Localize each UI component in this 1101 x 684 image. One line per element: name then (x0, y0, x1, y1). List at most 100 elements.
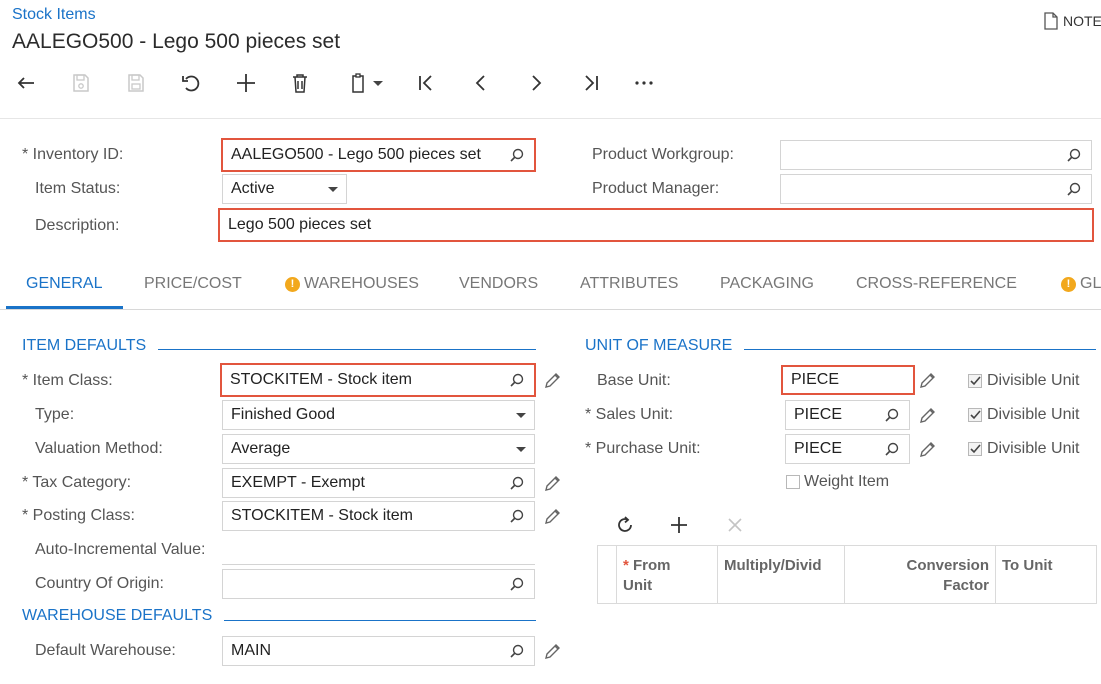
grid-header-to-unit[interactable]: To Unit (996, 546, 1096, 603)
valuation-method-select[interactable]: Average (222, 434, 535, 464)
item-status-label: Item Status: (35, 180, 121, 197)
purchase-unit-field[interactable]: PIECE (785, 434, 910, 464)
search-icon[interactable] (1065, 146, 1083, 164)
tab-vendors[interactable]: VENDORS (459, 275, 538, 293)
next-record-button[interactable] (519, 68, 553, 98)
weight-item-checkbox[interactable] (786, 475, 800, 489)
sales-unit-value: PIECE (794, 406, 843, 423)
active-tab-indicator (6, 306, 123, 309)
refresh-icon[interactable] (614, 514, 636, 536)
add-button[interactable] (229, 68, 263, 98)
tab-packaging[interactable]: PACKAGING (720, 275, 814, 293)
item-class-field[interactable]: STOCKITEM - Stock item (220, 363, 536, 397)
document-icon (1044, 12, 1058, 30)
tab-cross-reference[interactable]: CROSS-REFERENCE (856, 275, 1017, 293)
more-button[interactable] (627, 68, 661, 98)
posting-class-field[interactable]: STOCKITEM - Stock item (222, 501, 535, 531)
edit-pencil-icon[interactable] (918, 439, 938, 459)
description-value: Lego 500 pieces set (228, 216, 372, 233)
tax-category-field[interactable]: EXEMPT - Exempt (222, 468, 535, 498)
first-icon (419, 75, 432, 91)
item-status-value: Active (231, 180, 275, 197)
item-status-select[interactable]: Active (222, 174, 347, 204)
chevron-left-icon (475, 75, 485, 91)
notes-button[interactable]: NOTE (1043, 12, 1101, 30)
tab-attributes[interactable]: ATTRIBUTES (580, 275, 678, 293)
tab-price-cost[interactable]: PRICE/COST (144, 275, 242, 293)
delete-row-icon[interactable] (724, 514, 746, 536)
copy-paste-button[interactable] (338, 68, 392, 98)
tab-gl[interactable]: ! GL (1061, 275, 1101, 293)
add-row-icon[interactable] (668, 514, 690, 536)
search-icon[interactable] (508, 575, 526, 593)
base-divisible-label: Divisible Unit (987, 372, 1080, 389)
search-icon[interactable] (508, 642, 526, 660)
search-icon[interactable] (883, 406, 901, 424)
tax-category-value: EXEMPT - Exempt (231, 474, 365, 491)
search-icon[interactable] (508, 474, 526, 492)
edit-pencil-icon[interactable] (918, 405, 938, 425)
save-and-close-button[interactable] (119, 68, 153, 98)
search-icon[interactable] (883, 440, 901, 458)
header-divider (0, 118, 1101, 119)
inventory-id-field[interactable]: AALEGO500 - Lego 500 pieces set (221, 138, 536, 172)
base-unit-field[interactable]: PIECE (781, 365, 915, 395)
tax-category-label: * Tax Category: (22, 474, 132, 491)
grid-header-from-unit[interactable]: * From Unit (617, 546, 718, 603)
description-field[interactable]: Lego 500 pieces set (218, 208, 1094, 242)
last-record-button[interactable] (574, 68, 608, 98)
edit-pencil-icon[interactable] (543, 370, 563, 390)
warehouse-defaults-title: WAREHOUSE DEFAULTS (22, 607, 213, 624)
conversion-grid: * From Unit Multiply/Divid Conversion Fact… (597, 545, 1097, 604)
product-workgroup-field[interactable] (780, 140, 1092, 170)
valuation-method-label: Valuation Method: (35, 440, 163, 457)
save-close-icon (128, 74, 144, 92)
edit-pencil-icon[interactable] (543, 473, 563, 493)
grid-header-conversion-factor[interactable]: Conversion Factor (845, 546, 996, 603)
country-of-origin-field[interactable] (222, 569, 535, 599)
breadcrumb[interactable]: Stock Items (12, 6, 96, 24)
back-button[interactable] (9, 68, 43, 98)
grid-header-multiply-divide[interactable]: Multiply/Divid (718, 546, 845, 603)
item-class-label: * Item Class: (22, 372, 113, 389)
search-icon[interactable] (508, 507, 526, 525)
save-button[interactable] (64, 68, 98, 98)
edit-pencil-icon[interactable] (918, 370, 938, 390)
country-of-origin-label: Country Of Origin: (35, 575, 164, 592)
search-icon[interactable] (1065, 180, 1083, 198)
grid-row-selector-column (598, 546, 617, 603)
last-icon (585, 75, 598, 91)
base-unit-value: PIECE (791, 371, 840, 388)
chevron-down-icon (328, 186, 338, 192)
search-icon[interactable] (508, 371, 526, 389)
type-select[interactable]: Finished Good (222, 400, 535, 430)
purchase-divisible-label: Divisible Unit (987, 440, 1080, 457)
undo-button[interactable] (174, 68, 208, 98)
tab-warehouses[interactable]: ! WAREHOUSES (285, 275, 419, 293)
previous-record-button[interactable] (464, 68, 498, 98)
undo-icon (182, 75, 200, 92)
tab-general[interactable]: GENERAL (26, 275, 102, 293)
sales-divisible-checkbox[interactable] (968, 408, 982, 422)
first-record-button[interactable] (409, 68, 443, 98)
check-icon (969, 444, 981, 454)
check-icon (969, 410, 981, 420)
sales-unit-label: * Sales Unit: (585, 406, 674, 423)
edit-pencil-icon[interactable] (543, 641, 563, 661)
base-unit-label: Base Unit: (597, 372, 671, 389)
edit-pencil-icon[interactable] (543, 506, 563, 526)
delete-button[interactable] (283, 68, 317, 98)
section-divider (744, 349, 1096, 350)
search-icon[interactable] (508, 146, 526, 164)
product-workgroup-label: Product Workgroup: (592, 146, 734, 163)
product-manager-field[interactable] (780, 174, 1092, 204)
plus-icon (237, 74, 255, 92)
posting-class-label: * Posting Class: (22, 507, 135, 524)
purchase-divisible-checkbox[interactable] (968, 442, 982, 456)
default-warehouse-field[interactable]: MAIN (222, 636, 535, 666)
item-defaults-title: ITEM DEFAULTS (22, 337, 147, 354)
base-divisible-checkbox[interactable] (968, 374, 982, 388)
chevron-down-icon (373, 80, 383, 86)
auto-incremental-field[interactable] (222, 564, 535, 565)
sales-unit-field[interactable]: PIECE (785, 400, 910, 430)
